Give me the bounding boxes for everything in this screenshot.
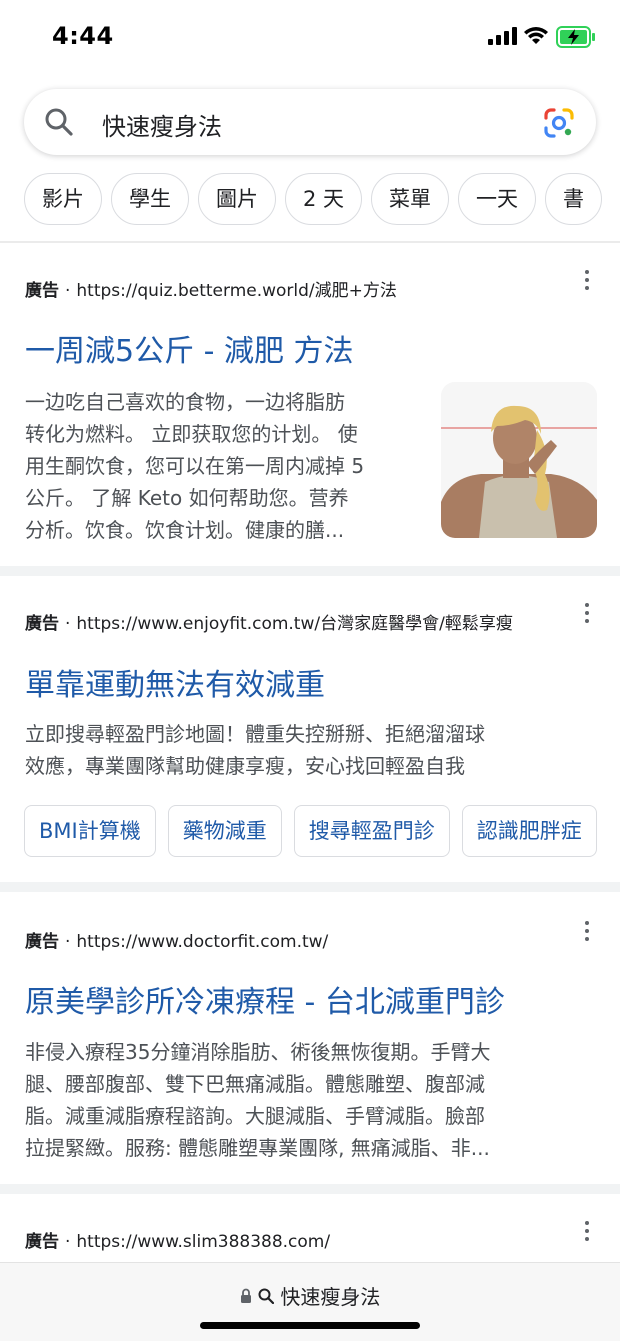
sitelink-drug-weight-loss[interactable]: 藥物減重	[167, 805, 282, 857]
sponsored-label: 廣告	[25, 614, 59, 634]
chip-videos[interactable]: 影片	[24, 173, 102, 225]
google-lens-icon[interactable]	[542, 106, 576, 140]
address-display[interactable]: 快速瘦身法	[0, 1281, 620, 1310]
ad-url[interactable]: https://www.enjoyfit.com.tw/台灣家庭醫學會/輕鬆享瘦	[76, 614, 512, 634]
home-indicator[interactable]	[200, 1322, 420, 1329]
more-options-icon[interactable]	[580, 601, 594, 625]
filter-chips: 影片 學生 圖片 2 天菜單 一天書	[24, 173, 620, 227]
ad-source-line: 廣告 · https://www.doctorfit.com.tw/	[25, 932, 329, 952]
sponsored-label: 廣告	[25, 1232, 59, 1252]
more-options-icon[interactable]	[580, 1219, 594, 1243]
more-options-icon[interactable]	[580, 919, 594, 943]
chip-one-day[interactable]: 一天	[458, 173, 537, 225]
search-box[interactable]: 快速瘦身法	[24, 89, 596, 155]
ad-title-link[interactable]: 一周減5公斤 - 減肥 方法	[25, 326, 354, 370]
ad-url[interactable]: https://www.doctorfit.com.tw/	[76, 932, 328, 952]
search-icon	[45, 108, 73, 136]
ad-source-line: 廣告 · https://quiz.betterme.world/減肥+方法	[25, 281, 397, 301]
chip-menu[interactable]: 菜單	[371, 173, 450, 225]
result-separator	[0, 1184, 620, 1194]
chip-books[interactable]: 書	[545, 173, 603, 225]
ad-snippet: 立即搜尋輕盈門診地圖！體重失控掰掰、拒絕溜溜球 效應，專業團隊幫助健康享瘦，安心…	[25, 722, 485, 778]
ad-sitelinks: BMI計算機 藥物減重 搜尋輕盈門診 認識肥胖症	[24, 805, 620, 857]
sponsored-label: 廣告	[25, 932, 59, 952]
ad-url[interactable]: https://quiz.betterme.world/減肥+方法	[76, 281, 397, 301]
ad-snippet: 非侵入療程35分鐘消除脂肪、術後無恢復期。手臂大 腿、腰部腹部、雙下巴無痛減脂。…	[25, 1040, 491, 1160]
battery-charging-icon	[556, 26, 595, 48]
sitelink-about-obesity[interactable]: 認識肥胖症	[461, 805, 597, 857]
wifi-icon	[524, 27, 548, 44]
sitelink-find-clinic[interactable]: 搜尋輕盈門診	[293, 805, 450, 857]
result-separator	[0, 882, 620, 892]
ad-source-line: 廣告 · https://www.enjoyfit.com.tw/台灣家庭醫學會/輕…	[25, 614, 513, 634]
browser-address-bar[interactable]: 快速瘦身法	[0, 1262, 620, 1341]
clock: 4:44	[52, 22, 114, 50]
chip-2-days[interactable]: 2 天	[285, 173, 363, 225]
lock-icon	[240, 1288, 251, 1303]
divider	[0, 241, 620, 243]
sitelink-bmi-calculator[interactable]: BMI計算機	[24, 805, 156, 857]
chip-images[interactable]: 圖片	[198, 173, 276, 225]
woman-illustration	[441, 382, 597, 538]
ad-snippet: 一边吃自己喜欢的食物，一边将脂肪 转化为燃料。 立即获取您的计划。 使 用生酮饮…	[25, 390, 365, 542]
search-icon	[258, 1288, 275, 1304]
more-options-icon[interactable]	[580, 268, 594, 292]
ad-url[interactable]: https://www.slim388388.com/	[76, 1232, 330, 1252]
status-bar: 4:44	[0, 0, 620, 70]
address-text: 快速瘦身法	[280, 1285, 381, 1309]
ad-title-link[interactable]: 原美學診所冷凍療程 - 台北減重門診	[25, 977, 505, 1021]
sponsored-label: 廣告	[25, 281, 59, 301]
chip-students[interactable]: 學生	[111, 173, 189, 225]
ad-source-line: 廣告 · https://www.slim388388.com/	[25, 1232, 331, 1252]
ad-thumbnail-image[interactable]	[441, 382, 597, 538]
result-separator	[0, 566, 620, 576]
search-input[interactable]: 快速瘦身法	[102, 107, 222, 142]
cellular-signal-icon	[488, 27, 517, 45]
ad-title-link[interactable]: 單靠運動無法有效減重	[25, 660, 325, 704]
